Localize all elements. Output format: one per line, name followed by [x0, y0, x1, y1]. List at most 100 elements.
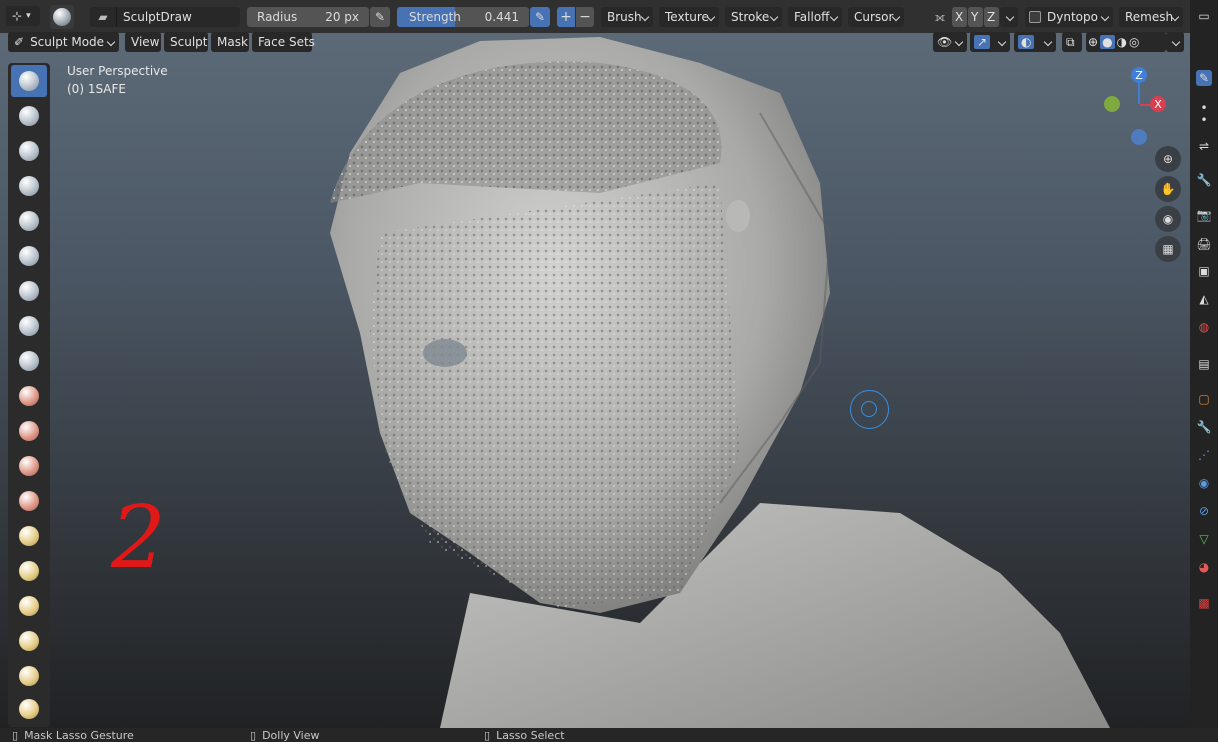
mode-selector[interactable]: ✐ Sculpt Mode	[8, 32, 119, 52]
navigation-gizmo[interactable]: Z X	[1100, 66, 1180, 146]
wireframe-shading-icon[interactable]: ⊕	[1088, 35, 1098, 49]
camera-view-icon[interactable]: ◉	[1155, 206, 1181, 232]
tool-pinch[interactable]	[11, 555, 47, 587]
layer-icon	[19, 246, 39, 266]
tool-clay-thumb[interactable]	[11, 205, 47, 237]
menu-sculpt[interactable]: Sculpt	[164, 32, 208, 52]
xray-toggle[interactable]: ⧉	[1062, 32, 1082, 52]
thumb-icon	[19, 699, 39, 719]
radius-pressure-icon[interactable]: ✎	[370, 7, 390, 27]
xray-icon: ⧉	[1066, 34, 1075, 49]
output-properties-icon[interactable]: 🖨	[1196, 236, 1212, 252]
pan-hand-icon[interactable]: ✋	[1155, 176, 1181, 202]
3d-viewport[interactable]: User Perspective (0) 1SAFE 2 Z X ⊕ ✋ ◉ ▦	[0, 33, 1190, 728]
tool-crease[interactable]	[11, 345, 47, 377]
object-properties-icon[interactable]: ▢	[1196, 391, 1212, 407]
tool-layer[interactable]	[11, 240, 47, 272]
toggle-icon[interactable]: ⇌	[1196, 138, 1212, 154]
brush-name-field[interactable]: ▰ SculptDraw	[90, 7, 240, 27]
world-properties-icon[interactable]: ◍	[1196, 319, 1212, 335]
direction-add-icon[interactable]: +	[557, 7, 575, 27]
menu-stroke[interactable]: Stroke	[725, 7, 782, 27]
mirror-y-toggle[interactable]: Y	[968, 7, 983, 27]
menu-brush[interactable]: Brush	[601, 7, 653, 27]
material-shading-icon[interactable]: ◑	[1117, 35, 1127, 49]
constraints-icon[interactable]: ⊘	[1196, 503, 1212, 519]
status-rmb-label: Lasso Select	[496, 729, 565, 742]
tool-tab-icon[interactable]: ▭	[1196, 8, 1212, 24]
tool-clay[interactable]	[11, 135, 47, 167]
active-tool-tab-icon[interactable]: ✎	[1196, 70, 1212, 86]
menu-mask[interactable]: Mask	[211, 32, 249, 52]
overlays-toggle[interactable]: ◐	[1014, 32, 1056, 52]
smooth-icon	[19, 386, 39, 406]
rendered-shading-icon[interactable]: ◎	[1129, 35, 1139, 49]
dyntopo-toggle[interactable]: Dyntopo	[1025, 7, 1113, 27]
status-item-mmb: ▯ Dolly View	[250, 729, 320, 742]
modifier-wrench-icon[interactable]: 🔧	[1196, 419, 1212, 435]
shading-options-dropdown[interactable]	[1166, 32, 1184, 52]
menu-sculpt-label: Sculpt	[170, 35, 208, 49]
visibility-dropdown[interactable]: 👁	[933, 32, 967, 52]
tool-multiplane-scrape[interactable]	[11, 520, 47, 552]
perspective-grid-icon[interactable]: ▦	[1155, 236, 1181, 262]
tool-smooth[interactable]	[11, 380, 47, 412]
flatten-icon	[19, 421, 39, 441]
symmetry-icon[interactable]: ⟗	[930, 8, 950, 26]
strength-slider[interactable]: Strength 0.441	[397, 7, 529, 27]
pinch-icon	[19, 561, 39, 581]
tool-grab[interactable]	[11, 590, 47, 622]
view-perspective-label: User Perspective	[67, 64, 168, 78]
view-layer-icon[interactable]: ▣	[1196, 263, 1212, 279]
tool-blob[interactable]	[11, 310, 47, 342]
zoom-icon[interactable]: ⊕	[1155, 146, 1181, 172]
tool-draw[interactable]	[11, 65, 47, 97]
menu-texture-label: Texture	[665, 10, 709, 24]
tool-clay-strips[interactable]	[11, 170, 47, 202]
menu-falloff[interactable]: Falloff	[788, 7, 842, 27]
texture-checker-icon[interactable]: ▩	[1196, 595, 1212, 611]
menu-face-sets-label: Face Sets	[258, 35, 315, 49]
dyntopo-checkbox[interactable]	[1029, 11, 1041, 23]
gizmo-toggle[interactable]: ↗	[970, 32, 1010, 52]
menu-view[interactable]: View	[125, 32, 161, 52]
render-properties-icon[interactable]: 📷	[1196, 207, 1212, 223]
axis-z-button[interactable]: Z	[1131, 67, 1147, 83]
menu-brush-label: Brush	[607, 10, 642, 24]
particles-icon[interactable]: ⋰	[1196, 447, 1212, 463]
menu-texture[interactable]: Texture	[659, 7, 719, 27]
collection-icon[interactable]: ▤	[1196, 356, 1212, 372]
menu-mask-label: Mask	[217, 35, 248, 49]
tool-shelf	[8, 63, 50, 727]
tool-inflate[interactable]	[11, 275, 47, 307]
tool-elastic-deform[interactable]	[11, 625, 47, 657]
symmetry-options-dropdown[interactable]	[1000, 7, 1018, 27]
physics-icon[interactable]: ◉	[1196, 475, 1212, 491]
mirror-x-toggle[interactable]: X	[952, 7, 967, 27]
tool-fill[interactable]	[11, 450, 47, 482]
solid-shading-icon[interactable]: ●	[1100, 35, 1115, 49]
remesh-dropdown[interactable]: Remesh	[1119, 7, 1183, 27]
strength-pressure-icon[interactable]: ✎	[530, 7, 550, 27]
menu-face-sets[interactable]: Face Sets	[252, 32, 315, 52]
brush-preview-icon[interactable]	[50, 5, 74, 29]
direction-subtract-icon[interactable]: −	[576, 7, 594, 27]
tool-snake-hook[interactable]	[11, 660, 47, 692]
tool-flatten[interactable]	[11, 415, 47, 447]
mirror-z-toggle[interactable]: Z	[984, 7, 999, 27]
status-item-lmb: ▯ Mask Lasso Gesture	[12, 729, 134, 742]
tool-draw-sharp[interactable]	[11, 100, 47, 132]
radius-slider[interactable]: Radius 20 px	[247, 7, 369, 27]
axis-x-button[interactable]: X	[1150, 96, 1166, 112]
mesh-data-icon[interactable]: ▽	[1196, 531, 1212, 547]
transform-pivot-dropdown[interactable]: ⊹ ▾	[6, 6, 40, 26]
axis-y-neg-button[interactable]	[1104, 96, 1120, 112]
tool-properties-icon[interactable]: 🔧	[1196, 172, 1212, 188]
tool-scrape[interactable]	[11, 485, 47, 517]
sculpt-mesh[interactable]	[0, 33, 1190, 728]
menu-cursor[interactable]: Cursor	[848, 7, 904, 27]
axis-z-neg-button[interactable]	[1131, 129, 1147, 145]
material-icon[interactable]: ◕	[1196, 559, 1212, 575]
scene-properties-icon[interactable]: ◭	[1196, 291, 1212, 307]
tool-thumb[interactable]	[11, 695, 47, 723]
